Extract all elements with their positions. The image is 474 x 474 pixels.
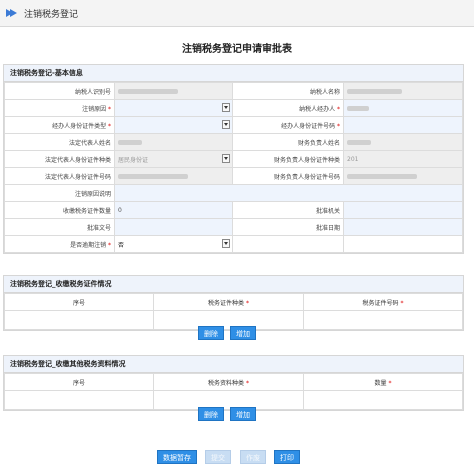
chevron-down-icon[interactable]	[222, 120, 230, 129]
reason-label: 注销原因 *	[4, 99, 115, 117]
tab-bar: 注销税务登记	[0, 0, 474, 27]
void-button[interactable]: 作废	[240, 450, 266, 464]
certs-table: 序号 税务证件种类 * 税务证件号码 *	[4, 293, 463, 330]
fin-id-type-value: 201	[343, 150, 463, 168]
chevron-down-icon[interactable]	[222, 103, 230, 112]
cert-count-label: 收缴税务证件数量	[4, 201, 115, 219]
certs-add-button[interactable]: 增加	[230, 326, 256, 340]
taxpayer-name-value	[343, 82, 463, 100]
save-draft-button[interactable]: 数据暂存	[157, 450, 197, 464]
docs-col-qty: 数量 *	[303, 373, 463, 391]
certs-header: 注销税务登记_收缴税务证件情况	[4, 276, 463, 293]
certs-col-seq: 序号	[4, 293, 154, 311]
certs-empty-row	[153, 310, 304, 330]
page-title: 注销税务登记申请审批表	[182, 44, 292, 55]
basic-info-table: 纳税人识别号 纳税人名称 注销原因 * 纳税人经办人 * 经办人身份证件类型 *…	[4, 82, 463, 253]
basic-info-panel: 注销税务登记-基本信息 纳税人识别号 纳税人名称 注销原因 * 纳税人经办人 *…	[3, 64, 464, 254]
certs-panel: 注销税务登记_收缴税务证件情况 序号 税务证件种类 * 税务证件号码 *	[3, 275, 464, 331]
fin-head-value	[343, 133, 463, 151]
docs-empty-row	[4, 390, 154, 410]
empty-cell	[343, 235, 463, 253]
agent-label: 纳税人经办人 *	[232, 99, 344, 117]
docs-table: 序号 税务资料种类 * 数量 *	[4, 373, 463, 410]
docs-panel: 注销税务登记_收缴其他税务资料情况 序号 税务资料种类 * 数量 *	[3, 355, 464, 411]
legal-rep-value	[114, 133, 233, 151]
approve-doc-label: 批准文号	[4, 218, 115, 236]
agent-id-type-select[interactable]	[114, 116, 233, 134]
submit-button[interactable]: 提交	[205, 450, 231, 464]
legal-id-no-value	[114, 167, 233, 185]
fin-id-type-label: 财务负责人身份证件种类	[232, 150, 344, 168]
cert-count-input[interactable]: 0	[114, 201, 233, 219]
approve-date-input[interactable]	[343, 218, 463, 236]
certs-col-number: 税务证件号码 *	[303, 293, 463, 311]
chevron-down-icon[interactable]	[222, 154, 230, 163]
legal-id-type-label: 法定代表人身份证件种类	[4, 150, 115, 168]
chevron-down-icon[interactable]	[222, 239, 230, 248]
approve-org-label: 批准机关	[232, 201, 344, 219]
docs-empty-row	[303, 390, 463, 410]
legal-id-type-select[interactable]: 居民身份证	[114, 150, 233, 168]
reason-select[interactable]	[114, 99, 233, 117]
overdue-select[interactable]: 否	[114, 235, 233, 253]
docs-delete-button[interactable]: 删除	[198, 407, 224, 421]
tab-title[interactable]: 注销税务登记	[24, 7, 78, 20]
legal-id-no-label: 法定代表人身份证件号码	[4, 167, 115, 185]
empty-cell	[232, 235, 344, 253]
fin-head-label: 财务负责人姓名	[232, 133, 344, 151]
taxpayer-name-label: 纳税人名称	[232, 82, 344, 100]
approve-org-input[interactable]	[343, 201, 463, 219]
docs-add-button[interactable]: 增加	[230, 407, 256, 421]
docs-empty-row	[153, 390, 304, 410]
agent-input[interactable]	[343, 99, 463, 117]
print-button[interactable]: 打印	[274, 450, 300, 464]
docs-header: 注销税务登记_收缴其他税务资料情况	[4, 356, 463, 373]
double-arrow-icon-2	[10, 9, 17, 17]
certs-col-type: 税务证件种类 *	[153, 293, 304, 311]
certs-empty-row	[4, 310, 154, 330]
reason-desc-input[interactable]	[114, 184, 463, 202]
approve-doc-input[interactable]	[114, 218, 233, 236]
basic-info-header: 注销税务登记-基本信息	[4, 65, 463, 82]
overdue-label: 是否逾期注销 *	[4, 235, 115, 253]
taxpayer-id-label: 纳税人识别号	[4, 82, 115, 100]
certs-delete-button[interactable]: 删除	[198, 326, 224, 340]
agent-id-type-label: 经办人身份证件类型 *	[4, 116, 115, 134]
approve-date-label: 批准日期	[232, 218, 344, 236]
docs-col-type: 税务资料种类 *	[153, 373, 304, 391]
fin-id-no-label: 财务负责人身份证件号码	[232, 167, 344, 185]
agent-id-no-label: 经办人身份证件号码 *	[232, 116, 344, 134]
docs-col-seq: 序号	[4, 373, 154, 391]
certs-empty-row	[303, 310, 463, 330]
reason-desc-label: 注销原因说明	[4, 184, 115, 202]
taxpayer-id-value	[114, 82, 233, 100]
agent-id-no-input[interactable]	[343, 116, 463, 134]
legal-rep-label: 法定代表人姓名	[4, 133, 115, 151]
fin-id-no-value	[343, 167, 463, 185]
